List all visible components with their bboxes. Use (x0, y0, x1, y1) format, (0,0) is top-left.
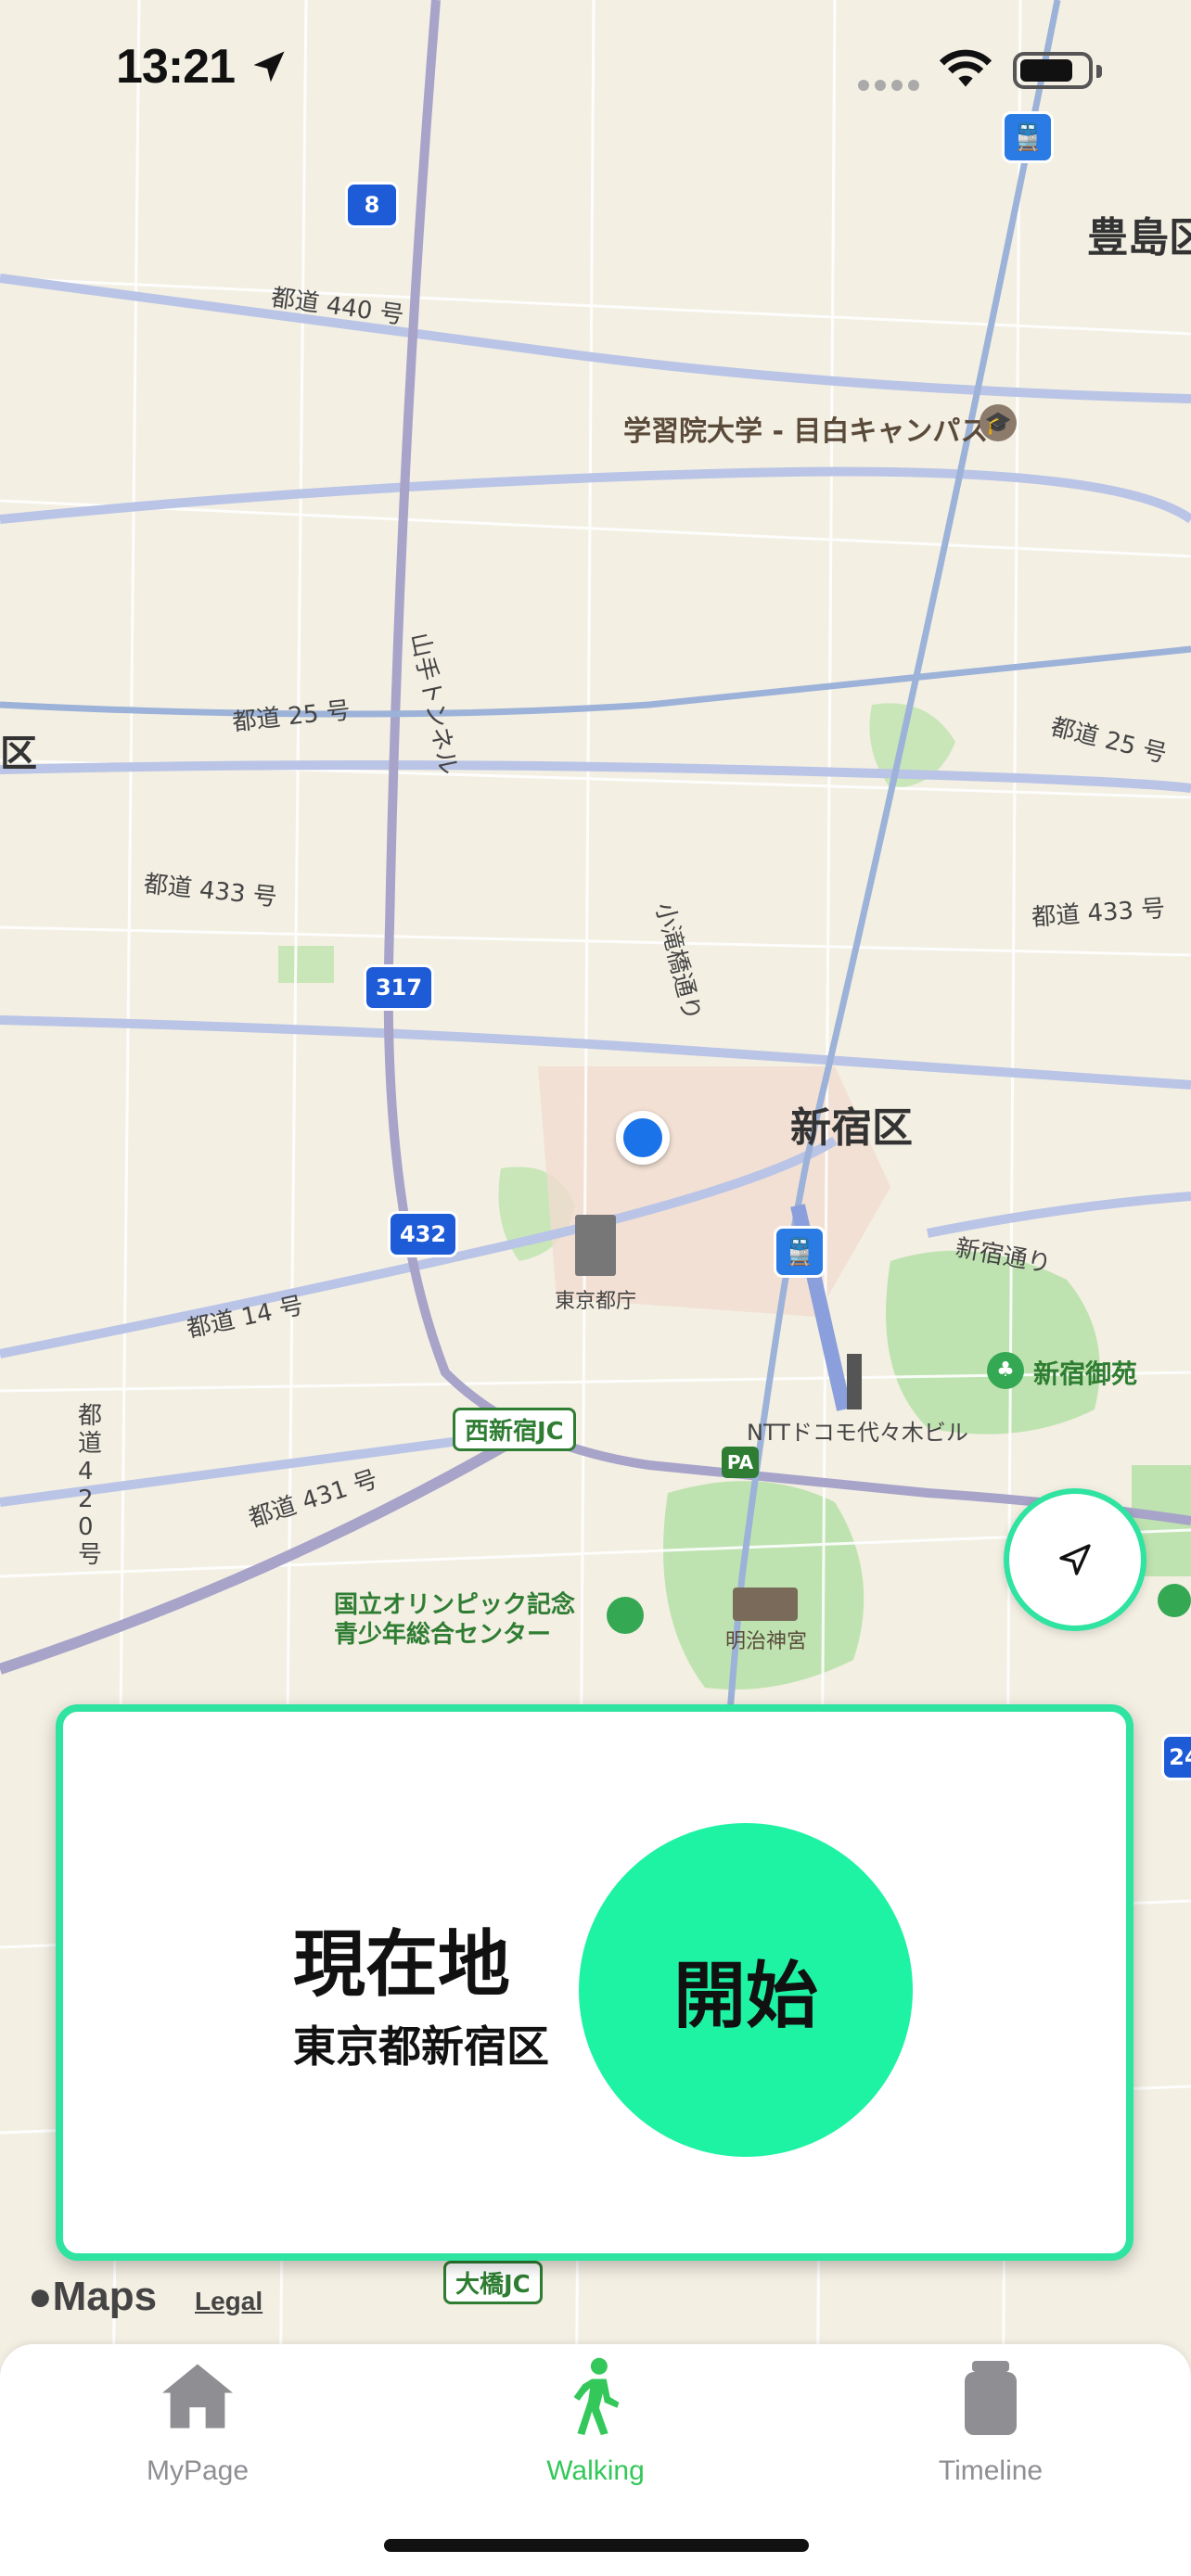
wifi-icon (937, 46, 994, 93)
pa-badge: PA (722, 1447, 759, 1478)
tree-icon: ♣ (987, 1352, 1024, 1389)
apple-maps-logo: ●Maps (28, 2274, 157, 2320)
status-bar: 13:21 (0, 0, 1191, 139)
map-label-gakushuin: 学習院大学 - 目白キャンパス (623, 415, 989, 448)
route-shield-8: 8 (345, 182, 399, 228)
shield-label: 432 (399, 1221, 447, 1247)
start-button-label: 開始 (672, 1955, 818, 2038)
user-location-dot[interactable] (616, 1111, 670, 1165)
route-shield-317: 317 (364, 964, 434, 1011)
cylinder-icon (965, 2361, 1017, 2435)
sports-icon (607, 1597, 644, 1634)
route-shield-24: 24 (1161, 1734, 1191, 1780)
tree-icon-right (1158, 1584, 1191, 1617)
road-label-433-left: 都道 433 号 (142, 870, 279, 912)
road-label-otakibashi: 小滝橋通り (649, 899, 706, 1024)
tab-label-mypage: MyPage (146, 2455, 250, 2486)
start-walking-button[interactable]: 開始 (579, 1823, 913, 2157)
train-station-icon-shinjuku[interactable]: 🚆 (774, 1226, 826, 1278)
jc-badge-nishishinjuku: 西新宿JC (453, 1408, 576, 1451)
home-indicator[interactable] (384, 2539, 809, 2552)
map-label-shinjuku-ku: 新宿区 (790, 1104, 913, 1152)
road-label-25-right: 都道 25 号 (1047, 712, 1170, 769)
tab-walking[interactable]: Walking (456, 2344, 735, 2502)
map-label-gyoen: 新宿御苑 (1033, 1358, 1138, 1389)
map-label-toshima: 豊島区 (1087, 214, 1191, 261)
status-time: 13:21 (116, 40, 236, 94)
current-location-card: 現在地 東京都新宿区 開始 (56, 1704, 1133, 2261)
shield-label: 8 (364, 192, 380, 218)
walking-person-icon (573, 2357, 620, 2436)
map-label-olympic-2: 青少年総合センター (334, 1621, 552, 1649)
road-label-420: 都道420号 (78, 1402, 103, 1569)
cellular-signal-icon (858, 80, 923, 91)
location-subtitle: 東京都新宿区 (293, 2021, 549, 2072)
house-icon (162, 2364, 233, 2429)
battery-icon (1013, 52, 1102, 89)
map-label-meiji: 明治神宮 (725, 1630, 808, 1653)
shield-label: 317 (375, 975, 423, 1001)
apple-logo-icon: ● (28, 2274, 53, 2319)
tab-label-walking: Walking (546, 2455, 645, 2486)
location-title: 現在地 (293, 1923, 511, 2007)
jc-label-ohashi: 大橋JC (455, 2271, 531, 2299)
graduation-cap-icon: 🎓 (980, 404, 1017, 441)
jc-label: 西新宿JC (465, 1418, 564, 1446)
jc-badge-ohashi: 大橋JC (443, 2261, 543, 2304)
shield-label: 24 (1169, 1744, 1191, 1770)
tower-icon (847, 1354, 862, 1409)
road-label-431: 都道 431 号 (245, 1465, 382, 1534)
tab-label-timeline: Timeline (938, 2455, 1044, 2486)
pa-label: PA (726, 1451, 754, 1473)
tab-timeline[interactable]: Timeline (852, 2344, 1130, 2502)
shrine-icon (733, 1588, 798, 1621)
map-label-tocho: 東京都庁 (555, 1290, 637, 1313)
recenter-location-button[interactable] (1004, 1488, 1146, 1631)
map-label-ku-left: 区 (0, 733, 37, 775)
road-label-433-right: 都道 433 号 (1031, 895, 1167, 932)
building-icon (575, 1215, 616, 1276)
tab-mypage[interactable]: MyPage (58, 2344, 337, 2502)
road-label-25-left: 都道 25 号 (231, 696, 352, 737)
map-label-ntt: NTTドコモ代々木ビル (747, 1420, 968, 1446)
navigation-arrow-icon (1059, 1544, 1091, 1575)
road-label-shinjuku-dori: 新宿通り (953, 1234, 1054, 1279)
location-arrow-icon (249, 46, 289, 91)
road-label-yamate-tunnel: 山手トンネル (404, 630, 463, 778)
legal-link[interactable]: Legal (195, 2287, 263, 2316)
road-label-14: 都道 14 号 (184, 1292, 306, 1344)
road-label-440: 都道 440 号 (269, 284, 406, 330)
route-shield-432: 432 (388, 1211, 458, 1257)
maps-label: Maps (52, 2274, 158, 2319)
